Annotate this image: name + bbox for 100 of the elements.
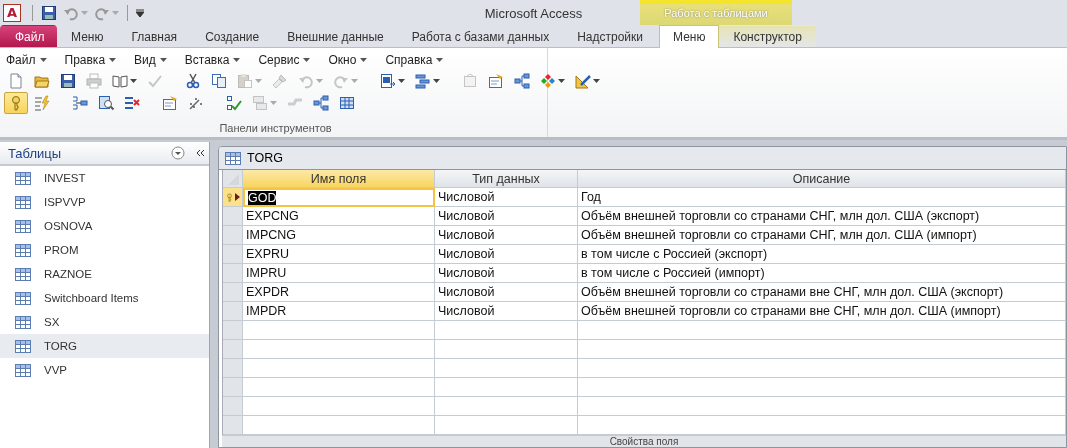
table-cell[interactable]: Объём внешней торговли со странами вне СНГ, млн дол. США (экспорт) — [578, 283, 1066, 302]
brush-icon — [272, 73, 288, 89]
column-header[interactable]: Имя поля — [243, 170, 435, 188]
document-arrow-icon — [380, 73, 396, 89]
table-cell[interactable]: Числовой — [435, 226, 578, 245]
caret-icon — [159, 58, 167, 62]
table-cell[interactable] — [243, 397, 435, 416]
row-selector[interactable] — [223, 188, 243, 207]
table-icon — [15, 171, 31, 185]
table-icon — [225, 151, 241, 165]
table-item[interactable]: VVP — [0, 358, 209, 382]
table-item[interactable]: INVEST — [0, 166, 209, 190]
app-logo: A — [3, 3, 21, 22]
table-cell[interactable] — [435, 321, 578, 340]
menu-item[interactable]: Правка — [62, 53, 133, 67]
folder-icon — [34, 73, 50, 89]
table-cell[interactable]: Числовой — [435, 207, 578, 226]
menu-item[interactable]: Вставка — [182, 53, 257, 67]
column-header[interactable]: Тип данных — [435, 170, 578, 188]
collapse-icon[interactable] — [195, 149, 205, 157]
table-cell[interactable] — [243, 359, 435, 378]
menu-item[interactable]: Файл — [4, 53, 63, 67]
table-cell[interactable]: в том числе с Россией (импорт) — [578, 264, 1066, 283]
table-cell[interactable]: Числовой — [435, 264, 578, 283]
table-cell[interactable] — [435, 340, 578, 359]
dropdown-icon[interactable] — [171, 146, 185, 160]
ribbon-tab[interactable]: Создание — [191, 25, 274, 47]
table-item[interactable]: Switchboard Items — [0, 286, 209, 310]
table-icon — [15, 339, 31, 353]
table-cell[interactable]: Числовой — [435, 188, 578, 207]
table-item[interactable]: TORG — [0, 334, 209, 358]
table-cell[interactable] — [243, 378, 435, 397]
table-item[interactable]: PROM — [0, 238, 209, 262]
menu-item[interactable]: Сервис — [256, 53, 327, 67]
table-cell[interactable] — [578, 340, 1066, 359]
ribbon-tab[interactable]: Внешние данные — [273, 25, 398, 47]
table-cell[interactable] — [435, 359, 578, 378]
table-icon — [15, 291, 31, 305]
delete-rows-icon — [124, 95, 140, 111]
table-cell[interactable]: IMPRU — [243, 264, 435, 283]
caret-icon — [255, 79, 262, 83]
document-tab[interactable]: TORG — [247, 151, 283, 165]
table-cell[interactable] — [435, 378, 578, 397]
table-icon — [15, 267, 31, 281]
table-cell[interactable]: EXPRU — [243, 245, 435, 264]
table-cell[interactable] — [578, 397, 1066, 416]
table-cell[interactable]: Числовой — [435, 302, 578, 321]
table-cell[interactable]: в том числе с Россией (экспорт) — [578, 245, 1066, 264]
redo-icon — [333, 73, 349, 89]
file-tab[interactable]: Файл — [0, 25, 57, 47]
table-cell[interactable]: Числовой — [435, 283, 578, 302]
group-label: Панели инструментов — [219, 122, 332, 134]
table-item[interactable]: OSNOVA — [0, 214, 209, 238]
ribbon-tab[interactable]: Конструктор — [719, 25, 816, 47]
table-cell[interactable]: EXPCNG — [243, 207, 435, 226]
menu-item[interactable]: Справка — [383, 53, 460, 67]
table-cell[interactable] — [578, 359, 1066, 378]
document-icon — [8, 73, 24, 89]
ribbon-tab[interactable]: Работа с базами данных — [397, 25, 564, 47]
save-button[interactable] — [40, 3, 58, 22]
ribbon-tab[interactable]: Меню — [57, 25, 118, 47]
undo-icon — [298, 73, 314, 89]
table-cell[interactable] — [243, 340, 435, 359]
check-icon — [147, 73, 163, 89]
card-icon — [162, 95, 178, 111]
table-cell[interactable]: Год — [578, 188, 1066, 207]
caret-icon — [270, 101, 277, 105]
table-icon — [15, 195, 31, 209]
table-cell[interactable]: Объём внешней торговли со странами вне СНГ, млн дол. США (импорт) — [578, 302, 1066, 321]
menu-item[interactable]: Окно — [326, 53, 384, 67]
ribbon-tab[interactable]: Меню — [659, 25, 720, 48]
caret-icon — [130, 79, 137, 83]
table-cell[interactable] — [578, 378, 1066, 397]
table-icon — [15, 315, 31, 329]
scissors-icon — [185, 73, 201, 89]
table-cell[interactable] — [578, 321, 1066, 340]
table-cell[interactable]: IMPCNG — [243, 226, 435, 245]
ribbon-tab[interactable]: Надстройки — [563, 25, 657, 47]
index-icon — [252, 95, 268, 111]
table-cell[interactable]: EXPDR — [243, 283, 435, 302]
table-cell[interactable]: Объём внешней торговли со странами СНГ, млн дол. США (экспорт) — [578, 207, 1066, 226]
ribbon-tab[interactable]: Главная — [117, 25, 192, 47]
table-cell[interactable]: Объём внешней торговли со странами СНГ, млн дол. США (импорт) — [578, 226, 1066, 245]
printer-icon — [86, 73, 102, 89]
table-cell[interactable] — [243, 321, 435, 340]
column-header[interactable]: Описание — [578, 170, 1066, 188]
customize-button[interactable] — [135, 7, 145, 18]
table-icon — [15, 363, 31, 377]
table-cell[interactable]: Числовой — [435, 245, 578, 264]
table-cell[interactable]: GOD — [243, 188, 435, 207]
table-item[interactable]: ISPVVP — [0, 190, 209, 214]
caret-icon — [436, 58, 444, 62]
table-cell[interactable] — [435, 397, 578, 416]
menu-item[interactable]: Вид — [132, 53, 183, 67]
table-cell[interactable]: IMPDR — [243, 302, 435, 321]
diagram-icon — [514, 73, 530, 89]
table-item[interactable]: SX — [0, 310, 209, 334]
section-label: Свойства поля — [609, 436, 679, 447]
table-item[interactable]: RAZNOE — [0, 262, 209, 286]
table-icon — [339, 95, 355, 111]
